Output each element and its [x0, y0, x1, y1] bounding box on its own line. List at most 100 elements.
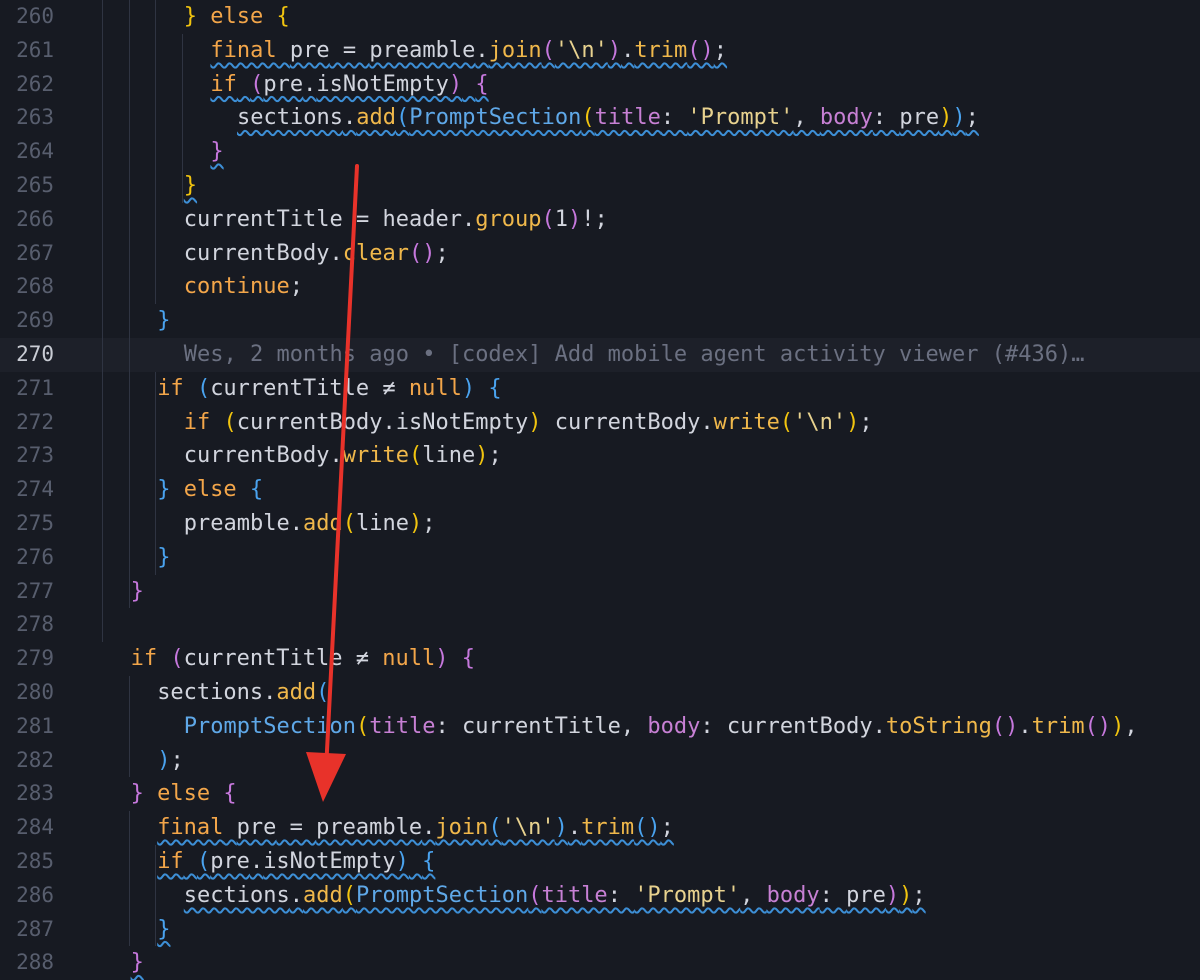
code-token: currentBody	[183, 240, 330, 266]
code-token: body	[766, 882, 820, 908]
code-token: 'Prompt'	[687, 105, 794, 131]
code-line[interactable]: 275 preamble.add(line);	[0, 507, 1200, 541]
code-token: :	[872, 105, 900, 131]
code-token: preamble	[369, 37, 476, 63]
code-token: else	[157, 781, 211, 807]
code-line[interactable]: 288}	[0, 946, 1200, 980]
code-token: add	[276, 680, 317, 705]
code-token: )	[448, 71, 463, 97]
code-token: )	[409, 511, 423, 536]
code-line[interactable]: 274} else {	[0, 473, 1200, 507]
code-token: :	[700, 713, 727, 739]
code-token: )	[846, 409, 860, 435]
code-token: ()	[408, 240, 436, 266]
code-line[interactable]: 262 if (pre.isNotEmpty) {	[0, 68, 1200, 102]
code-token: currentTitle	[183, 206, 343, 232]
indent-guide	[128, 0, 130, 609]
code-token: header	[382, 206, 462, 232]
code-line[interactable]: 277}	[0, 575, 1200, 609]
code-line[interactable]: 285 if (pre.isNotEmpty) {	[0, 845, 1200, 879]
code-line[interactable]: 287}	[0, 913, 1200, 947]
code-line[interactable]: 280 sections.add(	[0, 676, 1200, 710]
line-number: 273	[16, 443, 54, 468]
code-text: sections.add(PromptSection(title: 'Promp…	[184, 879, 926, 913]
code-line[interactable]: 265}	[0, 169, 1200, 203]
code-line[interactable]: 281 PromptSection(title: currentTitle, bo…	[0, 710, 1200, 744]
code-token: ;	[289, 274, 304, 300]
code-line[interactable]: 269}	[0, 304, 1200, 338]
code-line[interactable]: 271 if (currentTitle ≠ null) {	[0, 372, 1200, 406]
git-blame-annotation: Wes, 2 months ago • [codex] Add mobile a…	[184, 338, 1085, 372]
code-token: title	[541, 882, 608, 908]
line-number: 260	[16, 4, 54, 28]
code-token: ;	[965, 105, 979, 131]
code-text: } else {	[131, 777, 237, 811]
code-token: )	[1111, 713, 1125, 739]
line-number: 287	[16, 916, 54, 941]
code-token: sections	[183, 882, 290, 908]
code-text: sections.add(	[157, 676, 329, 710]
line-number: 285	[16, 849, 54, 873]
code-editor[interactable]: 260} else {261 final pre = preamble.join(…	[0, 0, 1200, 978]
line-number: 270	[16, 342, 54, 366]
line-number: 262	[16, 71, 54, 96]
code-line[interactable]: 282);	[0, 744, 1200, 778]
line-number: 286	[16, 882, 54, 907]
code-text: currentBody.clear();	[184, 237, 449, 271]
code-token: )	[952, 105, 966, 131]
code-line[interactable]: 286 sections.add(PromptSection(title: 'Pr…	[0, 879, 1200, 913]
line-number: 271	[16, 375, 54, 400]
code-token: (	[196, 849, 211, 874]
code-token: }	[130, 781, 144, 807]
code-token: .	[872, 713, 886, 739]
code-token: (	[170, 646, 184, 672]
code-text: PromptSection(title: currentTitle, body:…	[184, 710, 1138, 744]
code-token: currentTitle	[183, 646, 343, 672]
code-token: toString	[885, 713, 992, 739]
code-token: ≠	[369, 375, 409, 401]
code-line[interactable]: 263 sections.add(PromptSection(title: 'Pr…	[0, 101, 1200, 135]
code-line[interactable]: 270 Wes, 2 months ago • [codex] Add mobil…	[0, 338, 1200, 372]
code-token: ;	[435, 240, 449, 266]
indent-guide	[128, 811, 130, 947]
line-number: 282	[16, 747, 54, 772]
code-line[interactable]: 284 final pre = preamble.join('\n').trim(…	[0, 811, 1200, 845]
code-token: currentBody	[554, 409, 701, 435]
code-token: .	[303, 71, 317, 97]
code-token: isNotEmpty	[316, 71, 449, 97]
code-line[interactable]: 260} else {	[0, 0, 1200, 34]
code-text: currentTitle = header.group(1)!;	[184, 203, 608, 237]
code-line[interactable]: 264}	[0, 135, 1200, 169]
code-line[interactable]: 278	[0, 608, 1200, 642]
code-line[interactable]: 261 final pre = preamble.join('\n').trim(…	[0, 34, 1200, 68]
code-token: clear	[342, 240, 409, 266]
code-line[interactable]: 283} else {	[0, 777, 1200, 811]
code-line[interactable]: 279 if (currentTitle ≠ null) {	[0, 642, 1200, 676]
code-token: line	[422, 443, 476, 469]
code-token: currentTitle	[461, 713, 621, 739]
code-token: .	[621, 37, 635, 63]
code-line[interactable]: 276}	[0, 541, 1200, 575]
code-token: continue	[183, 274, 290, 300]
code-token: if	[130, 646, 158, 672]
indent-guide	[128, 676, 130, 778]
code-token: (	[395, 105, 410, 131]
code-token: }	[210, 139, 224, 165]
code-line[interactable]: 266 currentTitle = header.group(1)!;	[0, 203, 1200, 237]
line-number: 280	[16, 680, 54, 704]
code-token: final	[210, 37, 277, 63]
code-line[interactable]: 272 if (currentBody.isNotEmpty) currentBo…	[0, 406, 1200, 440]
code-token: )	[939, 105, 953, 131]
code-text: } else {	[157, 473, 263, 507]
code-line[interactable]: 268 continue;	[0, 270, 1200, 304]
code-token: .	[263, 680, 277, 705]
code-line[interactable]: 273 currentBody.write(line);	[0, 439, 1200, 473]
line-number: 272	[16, 409, 54, 434]
code-line[interactable]: 267 currentBody.clear();	[0, 237, 1200, 271]
line-number: 264	[16, 139, 54, 164]
